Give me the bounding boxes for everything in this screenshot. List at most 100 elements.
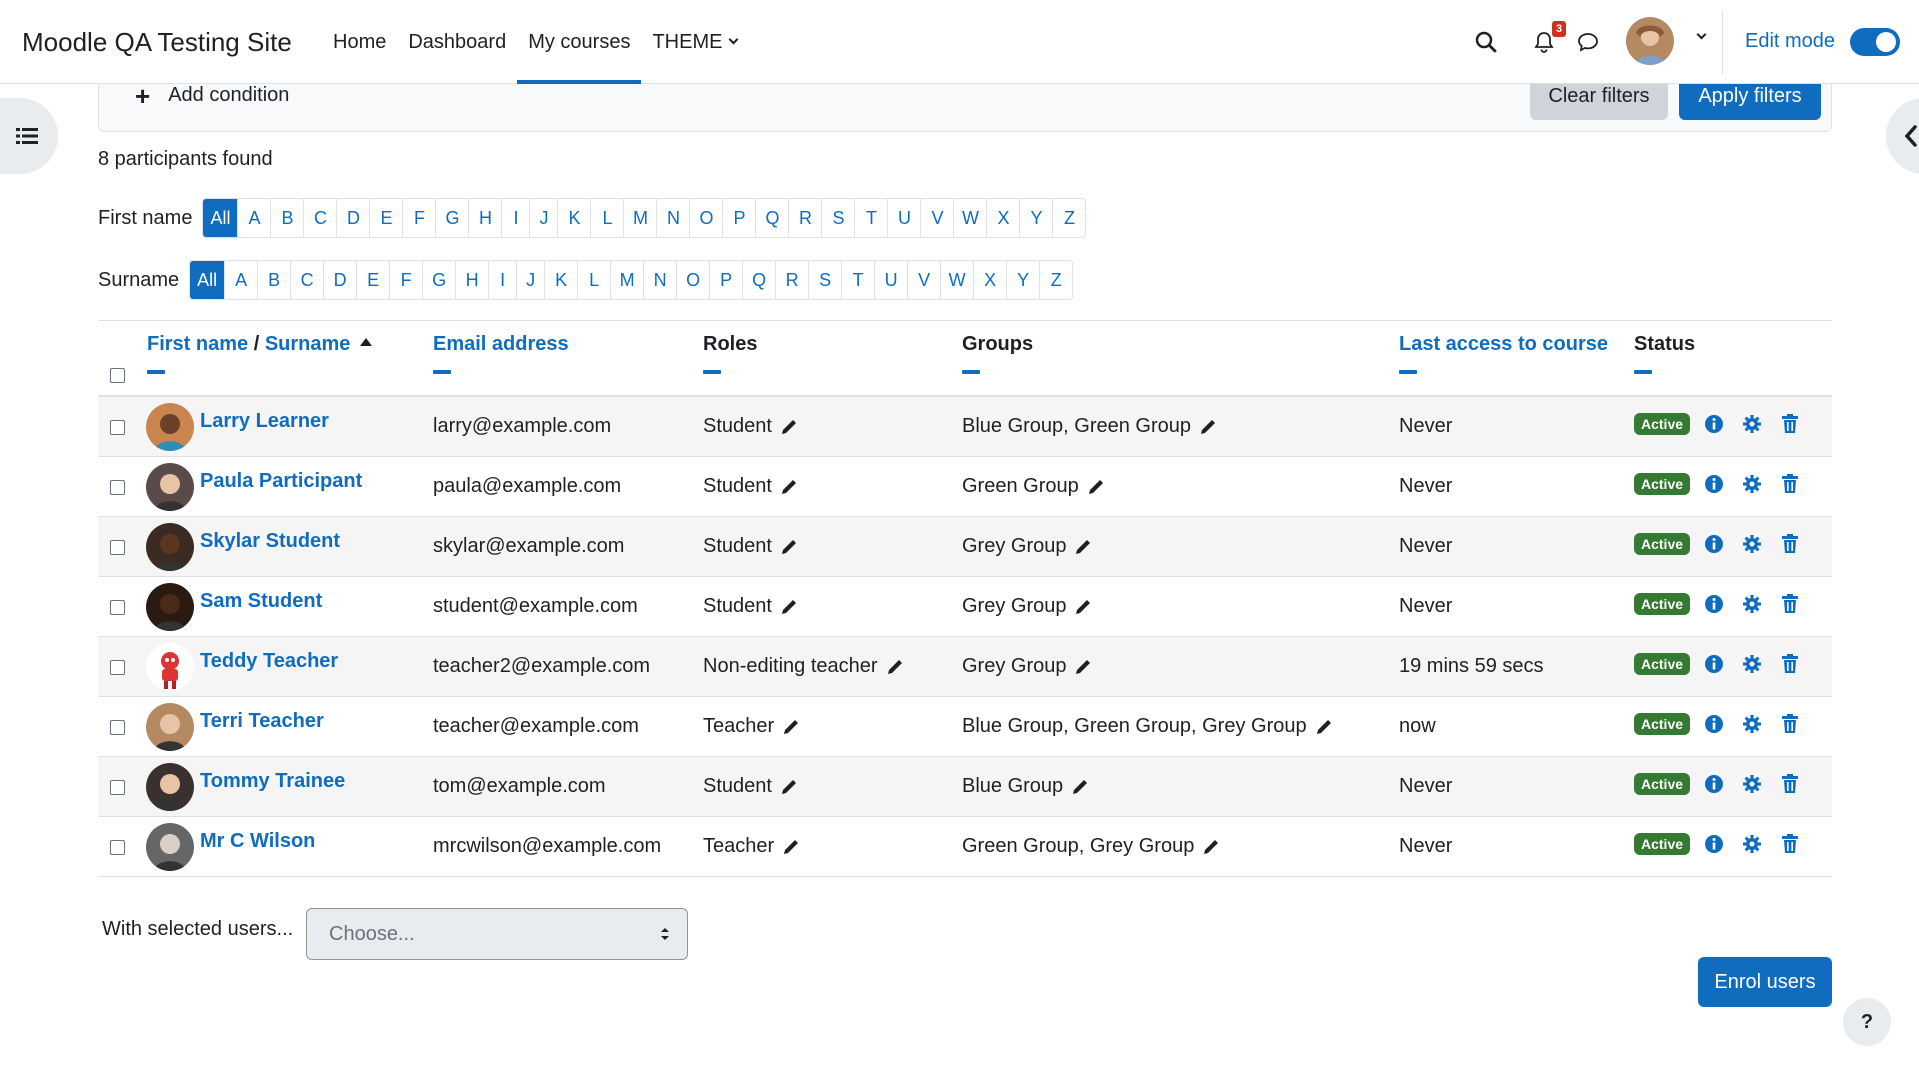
edit-groups-pencil-icon[interactable] <box>1074 538 1092 556</box>
sort-email-link[interactable]: Email address <box>433 333 569 355</box>
participant-name-link[interactable]: Teddy Teacher <box>200 650 338 673</box>
row-select-checkbox[interactable] <box>110 780 125 795</box>
surname-letter-g[interactable]: G <box>422 261 455 299</box>
enrolment-info-icon[interactable] <box>1704 774 1724 794</box>
edit-enrolment-gear-icon[interactable] <box>1742 654 1762 674</box>
bulk-action-select[interactable]: Choose... <box>306 908 688 960</box>
participant-avatar[interactable] <box>146 703 194 751</box>
participant-name-link[interactable]: Sam Student <box>200 590 322 613</box>
enrolment-info-icon[interactable] <box>1704 714 1724 734</box>
unenrol-trash-icon[interactable] <box>1781 534 1799 554</box>
edit-enrolment-gear-icon[interactable] <box>1742 414 1762 434</box>
unenrol-trash-icon[interactable] <box>1781 594 1799 614</box>
first-name-letter-j[interactable]: J <box>529 199 557 237</box>
edit-roles-pencil-icon[interactable] <box>886 658 904 676</box>
surname-letter-i[interactable]: I <box>488 261 516 299</box>
surname-letter-j[interactable]: J <box>516 261 544 299</box>
edit-groups-pencil-icon[interactable] <box>1315 718 1333 736</box>
surname-letter-m[interactable]: M <box>610 261 643 299</box>
surname-letter-w[interactable]: W <box>940 261 973 299</box>
surname-letter-c[interactable]: C <box>290 261 323 299</box>
participant-avatar[interactable] <box>146 583 194 631</box>
select-all-checkbox[interactable] <box>110 368 125 383</box>
edit-groups-pencil-icon[interactable] <box>1202 838 1220 856</box>
collapse-groups-column-icon[interactable] <box>962 370 980 374</box>
edit-enrolment-gear-icon[interactable] <box>1742 534 1762 554</box>
participant-name-link[interactable]: Terri Teacher <box>200 710 324 733</box>
first-name-letter-f[interactable]: F <box>402 199 435 237</box>
first-name-letter-i[interactable]: I <box>501 199 529 237</box>
participant-name-link[interactable]: Paula Participant <box>200 470 362 493</box>
nav-my-courses[interactable]: My courses <box>517 0 642 84</box>
first-name-letter-n[interactable]: N <box>656 199 689 237</box>
surname-letter-y[interactable]: Y <box>1006 261 1039 299</box>
user-menu-avatar[interactable] <box>1626 17 1674 65</box>
surname-letter-l[interactable]: L <box>577 261 610 299</box>
participant-avatar[interactable] <box>146 463 194 511</box>
first-name-letter-r[interactable]: R <box>788 199 821 237</box>
participant-name-link[interactable]: Larry Learner <box>200 410 329 433</box>
site-brand[interactable]: Moodle QA Testing Site <box>22 27 292 58</box>
participant-avatar[interactable] <box>146 643 194 691</box>
first-name-letter-q[interactable]: Q <box>755 199 788 237</box>
surname-letter-p[interactable]: P <box>709 261 742 299</box>
edit-enrolment-gear-icon[interactable] <box>1742 834 1762 854</box>
participant-avatar[interactable] <box>146 523 194 571</box>
enrolment-info-icon[interactable] <box>1704 654 1724 674</box>
edit-roles-pencil-icon[interactable] <box>780 778 798 796</box>
surname-letter-all[interactable]: All <box>190 261 225 299</box>
messages-button[interactable] <box>1570 24 1606 60</box>
surname-letter-x[interactable]: X <box>973 261 1006 299</box>
collapse-status-column-icon[interactable] <box>1634 370 1652 374</box>
collapse-last-access-column-icon[interactable] <box>1399 370 1417 374</box>
unenrol-trash-icon[interactable] <box>1781 834 1799 854</box>
participant-name-link[interactable]: Skylar Student <box>200 530 340 553</box>
enrolment-info-icon[interactable] <box>1704 414 1724 434</box>
surname-letter-s[interactable]: S <box>808 261 841 299</box>
surname-letter-q[interactable]: Q <box>742 261 775 299</box>
surname-letter-e[interactable]: E <box>356 261 389 299</box>
enrol-users-button[interactable]: Enrol users <box>1698 957 1832 1007</box>
unenrol-trash-icon[interactable] <box>1781 474 1799 494</box>
surname-letter-u[interactable]: U <box>874 261 907 299</box>
surname-letter-z[interactable]: Z <box>1039 261 1072 299</box>
first-name-letter-z[interactable]: Z <box>1052 199 1085 237</box>
first-name-letter-t[interactable]: T <box>854 199 887 237</box>
edit-roles-pencil-icon[interactable] <box>782 718 800 736</box>
search-button[interactable] <box>1468 24 1504 60</box>
participant-avatar[interactable] <box>146 823 194 871</box>
surname-letter-a[interactable]: A <box>224 261 257 299</box>
participant-name-link[interactable]: Mr C Wilson <box>200 830 315 853</box>
collapse-roles-column-icon[interactable] <box>703 370 721 374</box>
surname-letter-o[interactable]: O <box>676 261 709 299</box>
first-name-letter-e[interactable]: E <box>369 199 402 237</box>
participant-avatar[interactable] <box>146 763 194 811</box>
edit-groups-pencil-icon[interactable] <box>1199 418 1217 436</box>
edit-roles-pencil-icon[interactable] <box>780 418 798 436</box>
surname-letter-v[interactable]: V <box>907 261 940 299</box>
collapse-name-column-icon[interactable] <box>147 370 165 374</box>
block-drawer-toggle[interactable] <box>1886 98 1919 174</box>
edit-groups-pencil-icon[interactable] <box>1074 598 1092 616</box>
row-select-checkbox[interactable] <box>110 840 125 855</box>
sort-last-access-link[interactable]: Last access to course <box>1399 333 1608 355</box>
edit-groups-pencil-icon[interactable] <box>1071 778 1089 796</box>
first-name-letter-w[interactable]: W <box>953 199 986 237</box>
edit-groups-pencil-icon[interactable] <box>1074 658 1092 676</box>
nav-home[interactable]: Home <box>322 0 397 84</box>
surname-letter-r[interactable]: R <box>775 261 808 299</box>
edit-enrolment-gear-icon[interactable] <box>1742 714 1762 734</box>
first-name-letter-x[interactable]: X <box>986 199 1019 237</box>
first-name-letter-o[interactable]: O <box>689 199 722 237</box>
first-name-letter-p[interactable]: P <box>722 199 755 237</box>
surname-letter-h[interactable]: H <box>455 261 488 299</box>
participant-name-link[interactable]: Tommy Trainee <box>200 770 345 793</box>
edit-enrolment-gear-icon[interactable] <box>1742 474 1762 494</box>
enrolment-info-icon[interactable] <box>1704 534 1724 554</box>
first-name-letter-a[interactable]: A <box>237 199 270 237</box>
first-name-letter-d[interactable]: D <box>336 199 369 237</box>
unenrol-trash-icon[interactable] <box>1781 654 1799 674</box>
user-menu-chevron-icon[interactable] <box>1696 29 1707 40</box>
edit-groups-pencil-icon[interactable] <box>1087 478 1105 496</box>
edit-mode-toggle[interactable] <box>1850 28 1900 56</box>
